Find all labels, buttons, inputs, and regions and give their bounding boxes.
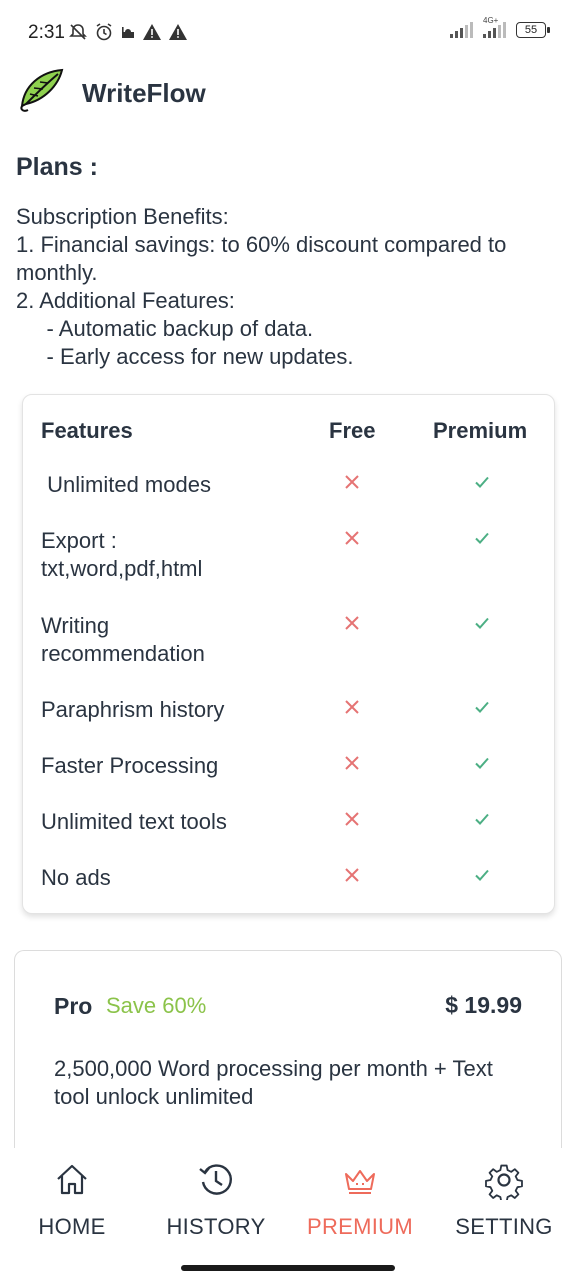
- network-type-label: 4G+: [483, 16, 499, 25]
- nav-history[interactable]: HISTORY: [144, 1160, 288, 1240]
- warning-icon: [169, 24, 187, 40]
- status-notification-icons: [68, 22, 188, 42]
- cross-icon: [345, 700, 359, 714]
- check-icon: [475, 701, 489, 713]
- feature-label: Export : txt,word,pdf,html: [41, 528, 203, 581]
- plan-price: $ 19.99: [445, 992, 522, 1018]
- history-icon: [199, 1164, 232, 1195]
- cross-icon: [345, 868, 359, 882]
- plan-name: Pro: [54, 993, 93, 1019]
- feather-logo: [20, 68, 64, 112]
- mute-bell-icon: [69, 24, 87, 40]
- nav-home-label: HOME: [38, 1214, 106, 1239]
- crown-icon: [345, 1170, 375, 1194]
- nav-history-label: HISTORY: [166, 1214, 266, 1239]
- check-icon: [475, 617, 489, 629]
- benefit-line: 2. Additional Features:: [16, 288, 235, 313]
- plan-description: 2,500,000 Word processing per month + Te…: [54, 1056, 493, 1109]
- plans-title: Plans :: [16, 153, 98, 181]
- alarm-icon: [96, 23, 112, 41]
- feature-label: Unlimited modes: [41, 472, 211, 497]
- cross-icon: [345, 616, 359, 630]
- pro-plan-card[interactable]: [14, 950, 562, 1149]
- feature-label: No ads: [41, 865, 111, 890]
- benefit-line: 1. Financial savings: to 60% discount co…: [16, 232, 507, 257]
- features-header: Features: [41, 418, 133, 443]
- nav-home[interactable]: HOME: [0, 1160, 144, 1240]
- nav-setting-label: SETTING: [455, 1214, 553, 1239]
- check-icon: [475, 532, 489, 544]
- cross-icon: [345, 812, 359, 826]
- save-badge: Save 60%: [106, 993, 207, 1018]
- check-icon: [475, 757, 489, 769]
- nav-premium[interactable]: PREMIUM: [288, 1160, 432, 1240]
- status-time: 2:31: [28, 22, 65, 43]
- free-header: Free: [329, 418, 376, 443]
- app-title: WriteFlow: [82, 78, 206, 108]
- cross-icon: [345, 475, 359, 489]
- benefit-line: Subscription Benefits:: [16, 204, 229, 229]
- benefit-line: - Early access for new updates.: [16, 344, 354, 369]
- benefit-line: monthly.: [16, 260, 98, 285]
- subscription-benefits: Subscription Benefits: 1. Financial savi…: [16, 203, 562, 371]
- gear-icon: [485, 1164, 523, 1200]
- check-icon: [475, 869, 489, 881]
- battery-icon: 55: [516, 22, 550, 38]
- feature-label: Unlimited text tools: [41, 809, 227, 834]
- signal-icon: [450, 22, 473, 38]
- feature-label: Paraphrism history: [41, 697, 225, 722]
- warning-icon: [143, 24, 161, 40]
- nav-premium-label: PREMIUM: [307, 1214, 413, 1239]
- feature-label: Faster Processing: [41, 753, 219, 778]
- status-system-icons: 4G+ 55: [450, 16, 550, 38]
- cross-icon: [345, 756, 359, 770]
- feature-label: Writing recommendation: [41, 613, 205, 666]
- home-icon: [57, 1164, 87, 1195]
- mosque-icon: [122, 27, 134, 38]
- nav-setting[interactable]: SETTING: [432, 1160, 576, 1240]
- cross-icon: [345, 531, 359, 545]
- check-icon: [475, 813, 489, 825]
- check-icon: [475, 476, 489, 488]
- premium-header: Premium: [433, 418, 528, 443]
- benefit-line: - Automatic backup of data.: [16, 316, 314, 341]
- signal-4g-icon: 4G+: [483, 16, 506, 38]
- home-indicator[interactable]: [181, 1265, 395, 1271]
